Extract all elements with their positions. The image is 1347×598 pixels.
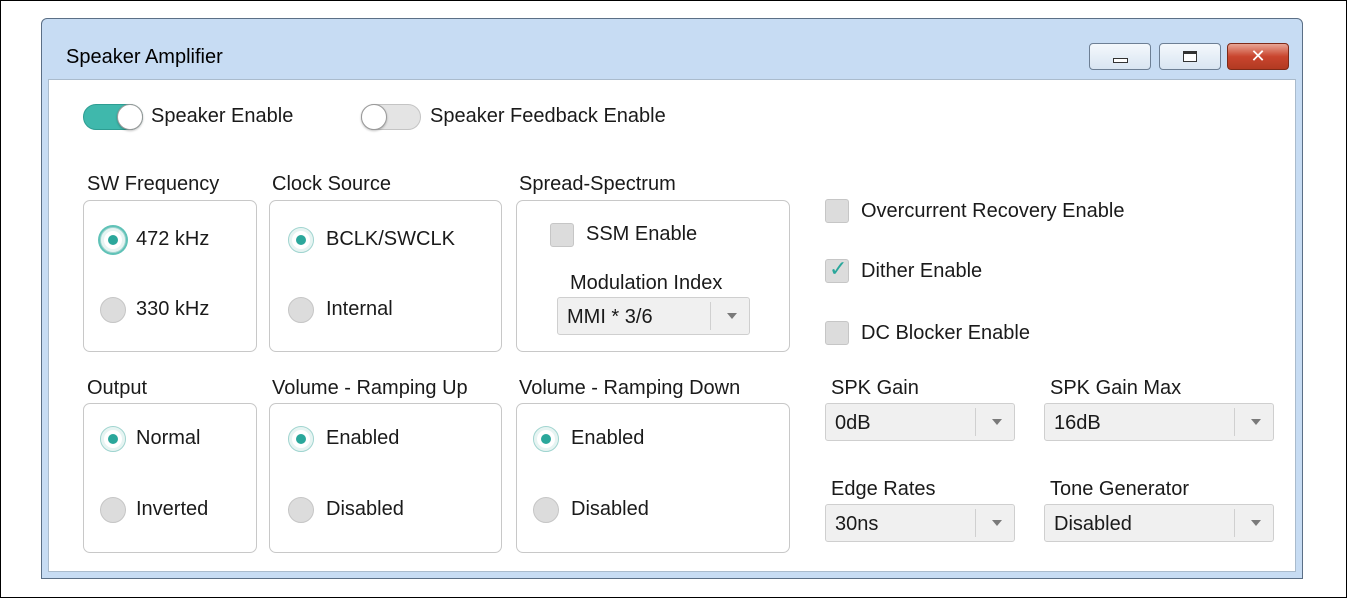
edge-rates-value: 30ns xyxy=(835,513,879,535)
client-area: Speaker Enable Speaker Feedback Enable S… xyxy=(48,79,1296,572)
ssm-enable-checkbox[interactable] xyxy=(550,223,574,247)
speaker-feedback-enable-label: Speaker Feedback Enable xyxy=(430,105,666,127)
chevron-down-icon xyxy=(1251,520,1261,526)
edge-rates-label: Edge Rates xyxy=(831,478,936,500)
checkmark-icon: ✓ xyxy=(829,257,848,282)
edge-rates-dropdown[interactable]: 30ns xyxy=(825,504,1015,542)
dc-blocker-checkbox[interactable] xyxy=(825,321,849,345)
dropdown-separator xyxy=(710,302,711,330)
output-title: Output xyxy=(87,377,148,399)
spread-spectrum-group: SSM Enable Modulation Index MMI * 3/6 xyxy=(516,200,790,352)
toggle-knob xyxy=(361,104,387,130)
sw-frequency-title: SW Frequency xyxy=(87,173,220,195)
ramping-up-option-disabled: Disabled xyxy=(326,498,404,520)
spk-gain-value: 0dB xyxy=(835,412,871,434)
modulation-index-label: Modulation Index xyxy=(570,272,723,294)
spk-gain-max-label: SPK Gain Max xyxy=(1050,377,1182,399)
speaker-feedback-enable-toggle[interactable] xyxy=(361,104,421,130)
sw-frequency-option-472: 472 kHz xyxy=(136,228,210,250)
sw-frequency-radio-330[interactable] xyxy=(100,297,126,323)
spread-spectrum-title: Spread-Spectrum xyxy=(519,173,676,195)
clock-source-group: BCLK/SWCLK Internal xyxy=(269,200,502,352)
maximize-icon xyxy=(1183,51,1197,62)
tone-generator-dropdown[interactable]: Disabled xyxy=(1044,504,1274,542)
dropdown-separator xyxy=(975,408,976,436)
output-group: Normal Inverted xyxy=(83,403,257,553)
minimize-button[interactable] xyxy=(1089,43,1151,70)
chevron-down-icon xyxy=(992,419,1002,425)
ramping-down-option-enabled: Enabled xyxy=(571,427,645,449)
dither-enable-label: Dither Enable xyxy=(861,260,983,282)
close-icon: ✕ xyxy=(1250,45,1266,67)
spk-gain-dropdown[interactable]: 0dB xyxy=(825,403,1015,441)
toggle-knob xyxy=(117,104,143,130)
speaker-enable-label: Speaker Enable xyxy=(151,105,294,127)
output-radio-normal[interactable] xyxy=(100,426,126,452)
dropdown-separator xyxy=(975,509,976,537)
sw-frequency-radio-472[interactable] xyxy=(100,227,126,253)
clock-source-radio-bclk[interactable] xyxy=(288,227,314,253)
ramping-up-radio-enabled[interactable] xyxy=(288,426,314,452)
clock-source-title: Clock Source xyxy=(272,173,391,195)
spk-gain-max-value: 16dB xyxy=(1054,412,1101,434)
ramping-up-radio-disabled[interactable] xyxy=(288,497,314,523)
ramping-down-option-disabled: Disabled xyxy=(571,498,649,520)
sw-frequency-group: 472 kHz 330 kHz xyxy=(83,200,257,352)
window-title: Speaker Amplifier xyxy=(66,46,223,68)
dropdown-separator xyxy=(1234,408,1235,436)
volume-ramping-up-group: Enabled Disabled xyxy=(269,403,502,553)
overcurrent-recovery-checkbox[interactable] xyxy=(825,199,849,223)
speaker-enable-toggle[interactable] xyxy=(83,104,143,130)
chevron-down-icon xyxy=(1251,419,1261,425)
modulation-index-value: MMI * 3/6 xyxy=(567,306,653,328)
dc-blocker-label: DC Blocker Enable xyxy=(861,322,1030,344)
close-button[interactable]: ✕ xyxy=(1227,43,1289,70)
clock-source-option-bclk: BCLK/SWCLK xyxy=(326,228,455,250)
dropdown-separator xyxy=(1234,509,1235,537)
tone-generator-value: Disabled xyxy=(1054,513,1132,535)
output-radio-inverted[interactable] xyxy=(100,497,126,523)
volume-ramping-down-group: Enabled Disabled xyxy=(516,403,790,553)
clock-source-option-internal: Internal xyxy=(326,298,393,320)
volume-ramping-down-title: Volume - Ramping Down xyxy=(519,377,741,399)
sw-frequency-option-330: 330 kHz xyxy=(136,298,210,320)
chevron-down-icon xyxy=(992,520,1002,526)
minimize-icon xyxy=(1112,57,1128,63)
title-bar[interactable]: Speaker Amplifier ✕ xyxy=(42,19,1302,79)
ramping-down-radio-disabled[interactable] xyxy=(533,497,559,523)
output-option-inverted: Inverted xyxy=(136,498,209,520)
clock-source-radio-internal[interactable] xyxy=(288,297,314,323)
tone-generator-label: Tone Generator xyxy=(1050,478,1189,500)
volume-ramping-up-title: Volume - Ramping Up xyxy=(272,377,468,399)
ramping-up-option-enabled: Enabled xyxy=(326,427,400,449)
ssm-enable-label: SSM Enable xyxy=(586,223,698,245)
speaker-amplifier-window: Speaker Amplifier ✕ Speaker Enable Speak… xyxy=(41,18,1303,579)
chevron-down-icon xyxy=(727,313,737,319)
overcurrent-recovery-label: Overcurrent Recovery Enable xyxy=(861,200,1125,222)
dither-enable-checkbox[interactable]: ✓ xyxy=(825,257,849,283)
modulation-index-dropdown[interactable]: MMI * 3/6 xyxy=(557,297,750,335)
output-option-normal: Normal xyxy=(136,427,201,449)
maximize-button[interactable] xyxy=(1159,43,1221,70)
spk-gain-max-dropdown[interactable]: 16dB xyxy=(1044,403,1274,441)
ramping-down-radio-enabled[interactable] xyxy=(533,426,559,452)
spk-gain-label: SPK Gain xyxy=(831,377,919,399)
